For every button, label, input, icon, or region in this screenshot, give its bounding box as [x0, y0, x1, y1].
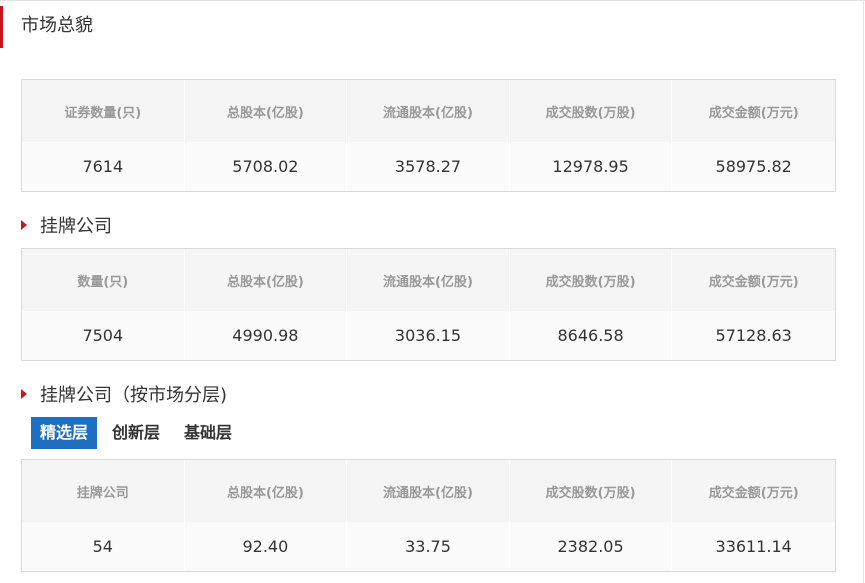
triangle-marker-icon — [21, 220, 27, 230]
tab-basic-layer[interactable]: 基础层 — [175, 417, 241, 449]
value-float-shares: 33.75 — [347, 522, 510, 571]
layered-table: 挂牌公司 总股本(亿股) 流通股本(亿股) 成交股数(万股) 成交金额(万元) … — [21, 459, 836, 572]
value-trade-amount: 58975.82 — [672, 142, 835, 191]
header-trade-volume: 成交股数(万股) — [510, 460, 673, 522]
header-float-shares: 流通股本(亿股) — [347, 249, 510, 311]
listed-companies-title: 挂牌公司 — [40, 216, 112, 237]
header-trade-amount: 成交金额(万元) — [708, 105, 799, 121]
header-trade-amount: 成交金额(万元) — [708, 485, 799, 501]
value-trade-volume: 2382.05 — [509, 522, 673, 571]
header-trade-volume: 成交股数(万股) — [510, 249, 673, 311]
market-overview-header: 市场总貌 — [0, 6, 403, 48]
header-listed-companies: 挂牌公司 — [22, 460, 185, 522]
listed-companies-header: 挂牌公司 — [21, 214, 112, 237]
header-trade-volume: 成交股数(万股) — [510, 80, 673, 142]
value-trade-amount: 33611.14 — [672, 522, 835, 571]
value-trade-volume: 12978.95 — [509, 142, 673, 191]
layer-tabs: 精选层 创新层 基础层 — [31, 417, 247, 449]
header-float-shares: 流通股本(亿股) — [347, 80, 510, 142]
page: 市场总貌 证券数量(只) 总股本(亿股) 流通股本(亿股) 成交股数(万股) 成… — [0, 0, 865, 583]
header-security-count: 证券数量(只) — [22, 80, 185, 142]
value-float-shares: 3578.27 — [347, 142, 510, 191]
value-total-shares: 4990.98 — [184, 311, 348, 360]
header-total-shares: 总股本(亿股) — [185, 249, 348, 311]
header-float-shares: 流通股本(亿股) — [347, 460, 510, 522]
value-company-count: 7504 — [22, 311, 185, 360]
market-overview-table: 证券数量(只) 总股本(亿股) 流通股本(亿股) 成交股数(万股) 成交金额(万… — [21, 79, 836, 192]
header-total-shares: 总股本(亿股) — [185, 460, 348, 522]
header-trade-amount: 成交金额(万元) — [708, 274, 799, 290]
triangle-marker-icon — [21, 389, 27, 399]
layered-header: 挂牌公司（按市场分层) — [21, 383, 228, 406]
market-overview-title: 市场总貌 — [21, 15, 93, 36]
header-company-count: 数量(只) — [22, 249, 185, 311]
listed-companies-table: 数量(只) 总股本(亿股) 流通股本(亿股) 成交股数(万股) 成交金额(万元)… — [21, 248, 836, 361]
top-border — [0, 0, 865, 1]
right-border — [863, 0, 864, 583]
value-listed-companies: 54 — [22, 522, 185, 571]
tab-select-layer[interactable]: 精选层 — [31, 417, 98, 449]
header-total-shares: 总股本(亿股) — [185, 80, 348, 142]
value-total-shares: 92.40 — [184, 522, 348, 571]
value-trade-volume: 8646.58 — [509, 311, 673, 360]
layered-title: 挂牌公司（按市场分层) — [40, 385, 228, 406]
value-security-count: 7614 — [22, 142, 185, 191]
value-trade-amount: 57128.63 — [672, 311, 835, 360]
value-float-shares: 3036.15 — [347, 311, 510, 360]
tab-innovation-layer[interactable]: 创新层 — [103, 417, 169, 449]
value-total-shares: 5708.02 — [184, 142, 348, 191]
